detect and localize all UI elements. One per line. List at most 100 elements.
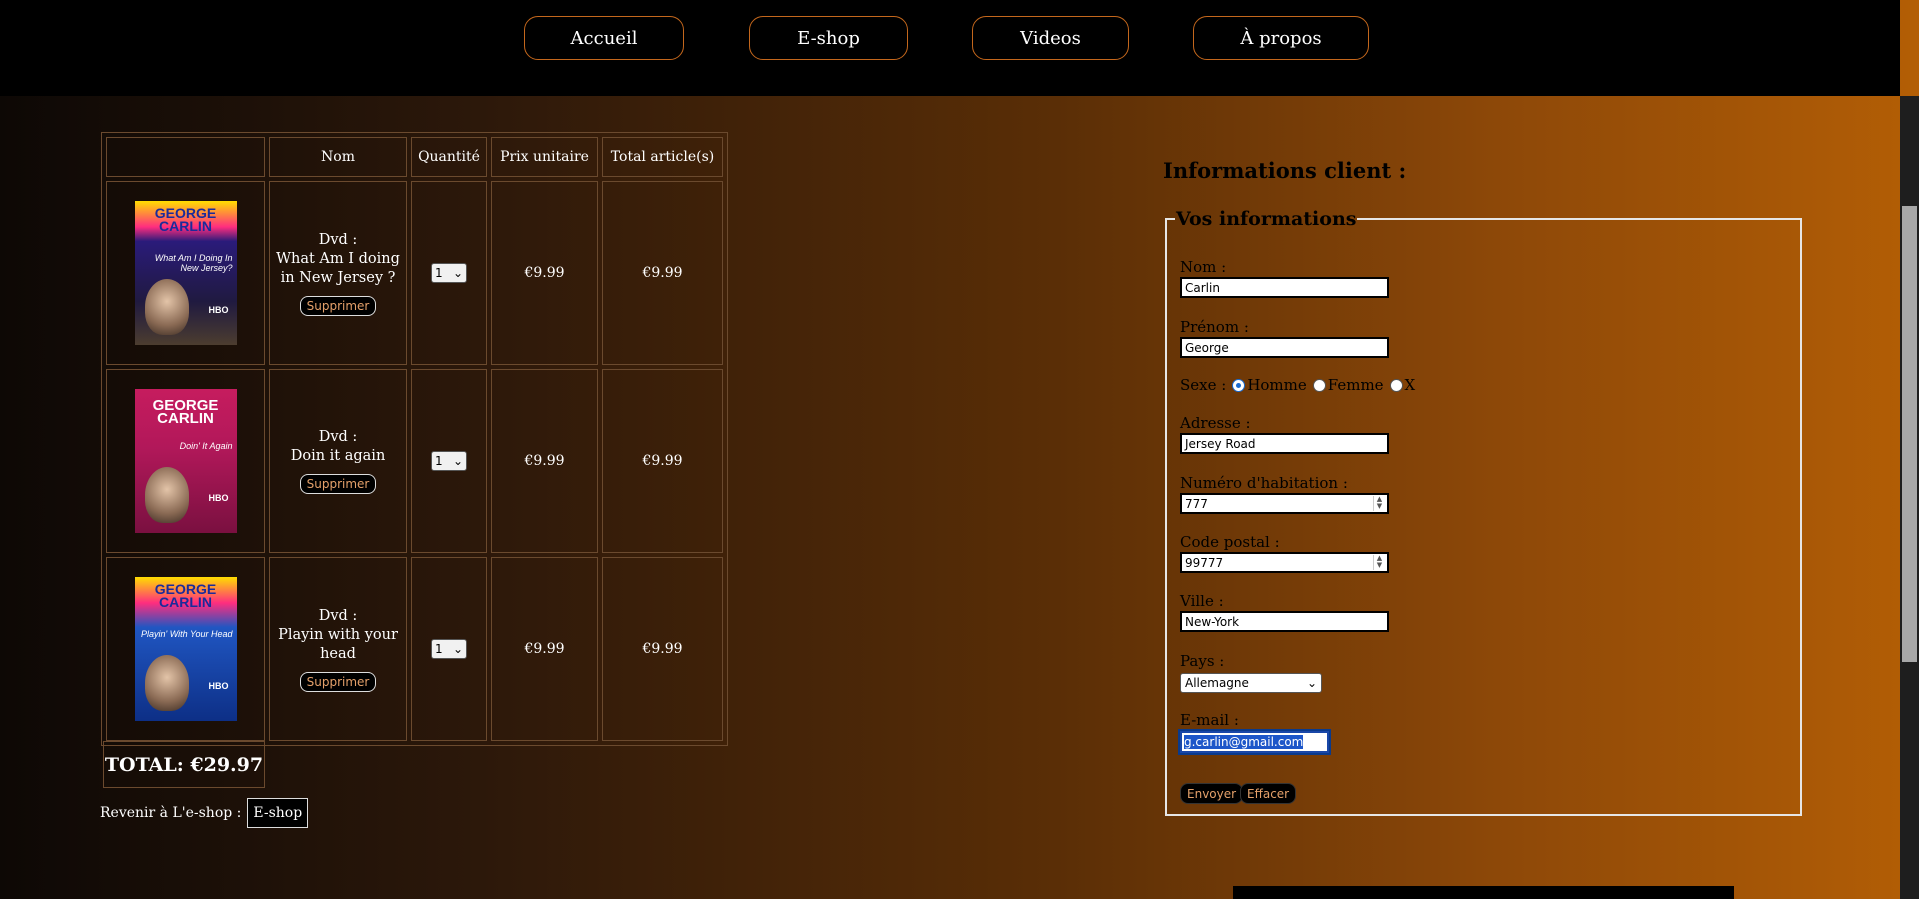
cart-item-unit-price: €9.99 <box>491 369 598 553</box>
cart-item-total: €9.99 <box>602 557 723 741</box>
delete-item-button[interactable]: Supprimer <box>299 474 377 494</box>
spinner-arrows-icon[interactable]: ▲ ▼ <box>1373 496 1385 511</box>
email-input[interactable]: g.carlin@gmail.com <box>1178 729 1331 755</box>
radio-x[interactable] <box>1389 378 1403 392</box>
dvd-cover-image: GEORGE CARLIN Playin' With Your Head HBO <box>134 577 237 721</box>
back-to-shop: Revenir à L'e-shop : E-shop <box>100 798 309 828</box>
chevron-down-icon: ⌄ <box>452 266 463 280</box>
cart-item-name: Dvd : What Am I doing in New Jersey ? <box>276 231 400 286</box>
delete-item-button[interactable]: Supprimer <box>299 295 377 316</box>
quantity-select[interactable]: 1 ⌄ <box>431 263 467 283</box>
cart-item-image-cell: GEORGE CARLIN Doin' It Again HBO <box>106 369 265 553</box>
code-postal-label: Code postal : <box>1180 533 1280 551</box>
table-row: GEORGE CARLIN Playin' With Your Head HBO… <box>106 557 723 741</box>
header-prix-unitaire: Prix unitaire <box>491 137 598 177</box>
header-quantite: Quantité <box>411 137 487 177</box>
fieldset-legend: Vos informations <box>1176 208 1357 230</box>
pays-select[interactable]: Allemagne ⌄ <box>1180 673 1322 693</box>
code-postal-input[interactable]: 99777 ▲ ▼ <box>1180 552 1389 573</box>
cart-item-qty-cell: 1 ⌄ <box>411 557 487 741</box>
cart-item-unit-price: €9.99 <box>491 557 598 741</box>
dvd-cover-portrait <box>144 279 189 335</box>
spinner-arrows-icon[interactable]: ▲ ▼ <box>1373 555 1385 570</box>
cart-item-qty-cell: 1 ⌄ <box>411 181 487 365</box>
cart-item-image-cell: GEORGE CARLIN Playin' With Your Head HBO <box>106 557 265 741</box>
hbo-logo: HBO <box>208 305 229 315</box>
radio-homme-label: Homme <box>1247 376 1307 394</box>
cart-header-row: Nom Quantité Prix unitaire Total article… <box>106 137 723 177</box>
code-postal-value: 99777 <box>1185 555 1224 570</box>
dvd-cover-portrait <box>144 467 189 523</box>
delete-item-button[interactable]: Supprimer <box>299 671 377 692</box>
ville-input[interactable]: New-York <box>1180 611 1389 632</box>
dvd-cover-image: GEORGE CARLIN Doin' It Again HBO <box>134 389 237 533</box>
sexe-label: Sexe : <box>1180 376 1227 394</box>
chevron-down-icon: ⌄ <box>1306 676 1317 690</box>
numero-label: Numéro d'habitation : <box>1180 474 1348 492</box>
top-navigation-bar: Accueil E-shop Videos À propos <box>0 0 1900 96</box>
cart-item-qty-cell: 1 ⌄ <box>411 369 487 553</box>
dvd-cover-title: GEORGE CARLIN <box>152 397 219 427</box>
adresse-label: Adresse : <box>1180 414 1251 432</box>
back-label: Revenir à L'e-shop : <box>100 805 242 821</box>
nom-input[interactable]: Carlin <box>1180 277 1389 298</box>
cart-item-name: Dvd : Doin it again <box>290 429 386 464</box>
quantity-select[interactable]: 1 ⌄ <box>431 639 467 659</box>
numero-value: 777 <box>1185 496 1208 511</box>
chevron-down-icon: ⌄ <box>452 642 463 656</box>
back-eshop-button[interactable]: E-shop <box>247 798 309 828</box>
form-title: Informations client : <box>1163 158 1407 183</box>
quantity-value: 1 <box>435 266 443 280</box>
cart-item-total: €9.99 <box>602 369 723 553</box>
header-nom: Nom <box>269 137 407 177</box>
cart-table: Nom Quantité Prix unitaire Total article… <box>101 132 728 746</box>
table-row: GEORGE CARLIN What Am I Doing In New Jer… <box>106 181 723 365</box>
quantity-select[interactable]: 1 ⌄ <box>431 451 467 471</box>
cart-item-name: Dvd : Playin with your head <box>278 607 398 662</box>
quantity-value: 1 <box>435 454 443 468</box>
email-label: E-mail : <box>1180 711 1239 729</box>
nav-a-propos-button[interactable]: À propos <box>1193 16 1369 60</box>
chevron-down-icon: ⌄ <box>452 454 463 468</box>
cart-item-unit-price: €9.99 <box>491 181 598 365</box>
quantity-value: 1 <box>435 642 443 656</box>
adresse-input[interactable]: Jersey Road <box>1180 433 1389 454</box>
sexe-radio-group: Sexe : Homme Femme X <box>1180 376 1415 394</box>
dvd-cover-subtitle: Playin' With Your Head <box>140 629 233 639</box>
submit-button[interactable]: Envoyer <box>1180 783 1244 804</box>
dvd-cover-image: GEORGE CARLIN What Am I Doing In New Jer… <box>134 201 237 345</box>
nav-accueil-button[interactable]: Accueil <box>524 16 684 60</box>
nav-videos-button[interactable]: Videos <box>972 16 1129 60</box>
dvd-cover-title: GEORGE CARLIN <box>154 205 217 234</box>
page-scrollbar[interactable] <box>1900 96 1919 899</box>
footer-block <box>1233 886 1734 899</box>
email-value: g.carlin@gmail.com <box>1184 735 1304 749</box>
pays-label: Pays : <box>1180 652 1225 670</box>
scrollbar-thumb[interactable] <box>1902 206 1917 662</box>
radio-femme-label: Femme <box>1327 376 1384 394</box>
hbo-logo: HBO <box>208 493 229 503</box>
radio-homme[interactable] <box>1232 378 1246 392</box>
cart-item-total: €9.99 <box>602 181 723 365</box>
radio-femme[interactable] <box>1312 378 1326 392</box>
numero-input[interactable]: 777 ▲ ▼ <box>1180 493 1389 514</box>
header-image <box>106 137 265 177</box>
dvd-cover-subtitle: Doin' It Again <box>179 441 233 451</box>
nav-eshop-button[interactable]: E-shop <box>749 16 908 60</box>
dvd-cover-portrait <box>144 655 189 711</box>
radio-x-label: X <box>1404 376 1416 394</box>
nom-label: Nom : <box>1180 258 1227 276</box>
pays-value: Allemagne <box>1185 676 1249 690</box>
ville-label: Ville : <box>1180 592 1224 610</box>
header-total-articles: Total article(s) <box>602 137 723 177</box>
cart-item-image-cell: GEORGE CARLIN What Am I Doing In New Jer… <box>106 181 265 365</box>
cart-total: TOTAL: €29.97 <box>103 741 265 788</box>
dvd-cover-title: GEORGE CARLIN <box>154 581 217 610</box>
cart-item-name-cell: Dvd : Doin it again Supprimer <box>269 369 407 553</box>
prenom-input[interactable]: George <box>1180 337 1389 358</box>
table-row: GEORGE CARLIN Doin' It Again HBO Dvd : D… <box>106 369 723 553</box>
cart-item-name-cell: Dvd : Playin with your head Supprimer <box>269 557 407 741</box>
prenom-label: Prénom : <box>1180 318 1249 336</box>
reset-button[interactable]: Effacer <box>1240 783 1297 804</box>
dvd-cover-subtitle: What Am I Doing In New Jersey? <box>154 253 233 273</box>
